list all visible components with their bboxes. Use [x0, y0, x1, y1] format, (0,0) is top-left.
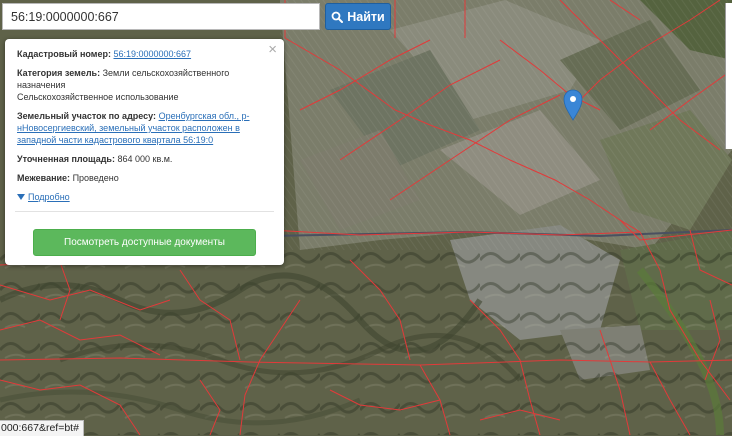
land-category-label: Категория земель: [17, 68, 101, 78]
area-value: 864 000 кв.м. [117, 154, 173, 164]
search-input[interactable] [2, 3, 320, 30]
search-button[interactable]: Найти [325, 3, 391, 30]
view-documents-button[interactable]: Посмотреть доступные документы [33, 229, 256, 256]
details-link[interactable]: Подробно [28, 191, 70, 203]
status-bar-url: 000:667&ref=bt# [0, 420, 84, 436]
side-panel-edge[interactable] [725, 3, 732, 149]
search-button-label: Найти [347, 9, 385, 24]
details-toggle[interactable]: Подробно [17, 191, 272, 203]
cadastral-number-link[interactable]: 56:19:0000000:667 [113, 49, 191, 59]
field-furrows [280, 0, 732, 250]
cadastral-number-row: Кадастровый номер: 56:19:0000000:667 [17, 48, 272, 60]
land-use-value: Сельскохозяйственное использование [17, 92, 179, 102]
search-icon [331, 11, 344, 23]
survey-row: Межевание: Проведено [17, 172, 272, 184]
survey-value: Проведено [72, 173, 119, 183]
survey-label: Межевание: [17, 173, 71, 183]
address-label: Земельный участок по адресу: [17, 111, 157, 121]
area-row: Уточненная площадь: 864 000 кв.м. [17, 153, 272, 165]
popup-divider [15, 211, 274, 212]
address-row: Земельный участок по адресу: Оренбургска… [17, 110, 272, 146]
land-category-row: Категория земель: Земли сельскохозяйстве… [17, 67, 272, 103]
parcel-info-popup: × Кадастровый номер: 56:19:0000000:667 К… [5, 39, 284, 265]
triangle-down-icon [17, 194, 25, 200]
close-icon[interactable]: × [268, 42, 277, 57]
area-label: Уточненная площадь: [17, 154, 115, 164]
cadastral-number-label: Кадастровый номер: [17, 49, 111, 59]
